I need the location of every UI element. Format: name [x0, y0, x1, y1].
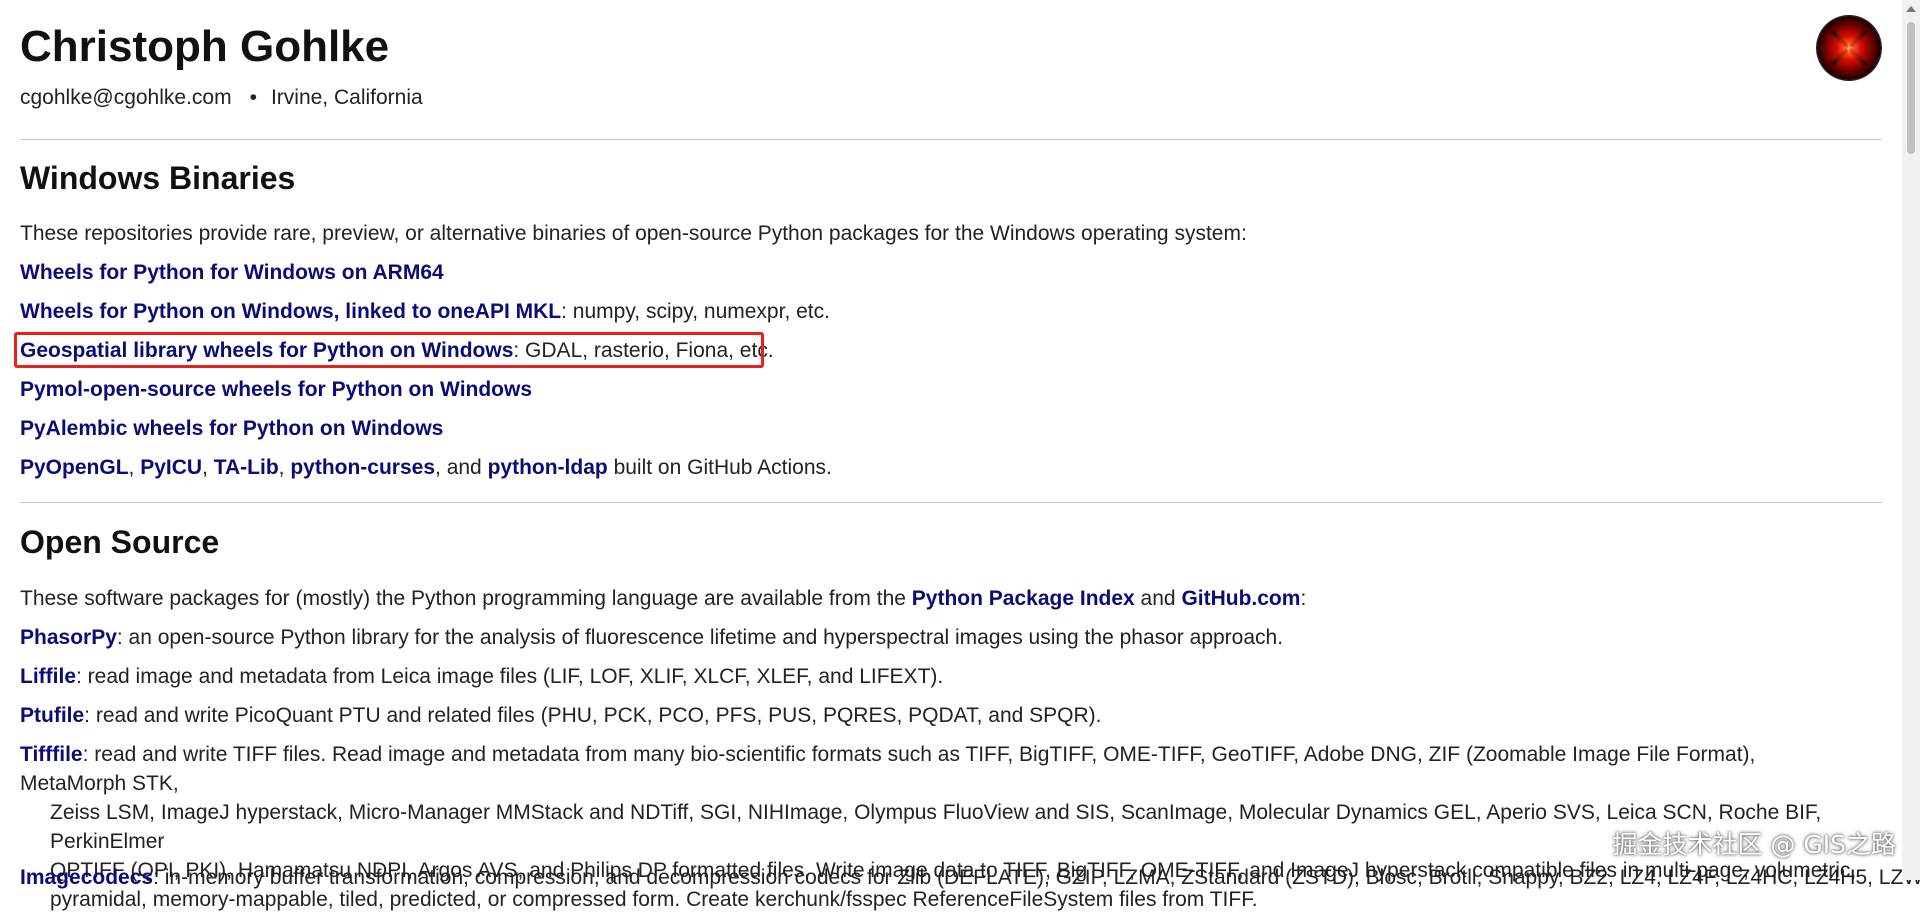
pyicu-link[interactable]: PyICU	[140, 456, 202, 479]
python-curses-link[interactable]: python-curses	[290, 456, 435, 479]
ptufile-desc: : read and write PicoQuant PTU and relat…	[84, 704, 1102, 727]
github-actions-text: built on GitHub Actions.	[607, 456, 832, 479]
list-item: Wheels for Python for Windows on ARM64	[20, 261, 444, 285]
windows-binaries-intro: These repositories provide rare, preview…	[20, 222, 1247, 245]
list-item: PyAlembic wheels for Python on Windows	[20, 417, 443, 441]
comma-text: ,	[128, 456, 141, 479]
contact-line: cgohlke@cgohlke.com • Irvine, California	[20, 86, 423, 110]
list-item: Wheels for Python on Windows, linked to …	[20, 300, 830, 324]
mkl-wheels-link[interactable]: Wheels for Python on Windows, linked to …	[20, 300, 561, 323]
mkl-wheels-desc: : numpy, scipy, numexpr, etc.	[561, 300, 830, 323]
tifffile-desc-2: Zeiss LSM, ImageJ hyperstack, Micro-Mana…	[50, 801, 1822, 853]
liffile-desc: : read image and metadata from Leica ima…	[76, 665, 944, 688]
email-text: cgohlke@cgohlke.com	[20, 86, 232, 109]
separator-dot: •	[249, 86, 257, 109]
pymol-wheels-link[interactable]: Pymol-open-source wheels for Python on W…	[20, 378, 532, 401]
tifffile-link[interactable]: Tifffile	[20, 743, 83, 766]
section-heading-windows-binaries: Windows Binaries	[20, 160, 296, 196]
phasorpy-link[interactable]: PhasorPy	[20, 626, 117, 649]
page-title: Christoph Gohlke	[20, 22, 390, 71]
liffile-link[interactable]: Liffile	[20, 665, 76, 688]
vertical-scrollbar[interactable]	[1902, 0, 1920, 880]
list-item: PhasorPy: an open-source Python library …	[20, 626, 1283, 650]
list-item: Liffile: read image and metadata from Le…	[20, 665, 943, 689]
open-source-intro: These software packages for (mostly) the…	[20, 587, 1306, 611]
phasorpy-desc: : an open-source Python library for the …	[116, 626, 1284, 649]
list-item: PyOpenGL, PyICU, TA-Lib, python-curses, …	[20, 456, 832, 480]
location-text: Irvine, California	[270, 86, 423, 109]
section-heading-open-source: Open Source	[20, 524, 220, 560]
pypi-link[interactable]: Python Package Index	[912, 587, 1135, 610]
tifffile-desc-1: : read and write TIFF files. Read image …	[20, 743, 1756, 795]
divider	[20, 502, 1882, 503]
ptufile-link[interactable]: Ptufile	[20, 704, 84, 727]
list-item: Ptufile: read and write PicoQuant PTU an…	[20, 704, 1101, 728]
divider	[20, 139, 1882, 140]
comma-text: ,	[202, 456, 214, 479]
pyalembic-wheels-link[interactable]: PyAlembic wheels for Python on Windows	[20, 417, 443, 440]
watermark-text: 掘金技术社区 @ GIS之路	[1612, 830, 1896, 859]
comma-text: ,	[278, 456, 291, 479]
highlight-box	[14, 332, 764, 368]
list-item: Pymol-open-source wheels for Python on W…	[20, 378, 532, 402]
scroll-up-arrow-icon[interactable]	[1906, 6, 1916, 12]
avatar	[1817, 16, 1881, 80]
imagecodecs-desc: : in-memory buffer transformation, compr…	[153, 866, 1920, 889]
imagecodecs-link[interactable]: Imagecodecs	[20, 866, 153, 889]
pyopengl-link[interactable]: PyOpenGL	[20, 456, 129, 479]
intro-text: These software packages for (mostly) the…	[20, 587, 912, 610]
scrollbar-thumb[interactable]	[1907, 22, 1915, 154]
and-text: , and	[435, 456, 488, 479]
ta-lib-link[interactable]: TA-Lib	[214, 456, 279, 479]
python-ldap-link[interactable]: python-ldap	[488, 456, 608, 479]
list-item: Imagecodecs: in-memory buffer transforma…	[20, 866, 1920, 890]
colon-text: :	[1300, 587, 1307, 610]
and-text: and	[1134, 587, 1182, 610]
arm64-wheels-link[interactable]: Wheels for Python for Windows on ARM64	[20, 261, 444, 284]
github-link[interactable]: GitHub.com	[1181, 587, 1300, 610]
